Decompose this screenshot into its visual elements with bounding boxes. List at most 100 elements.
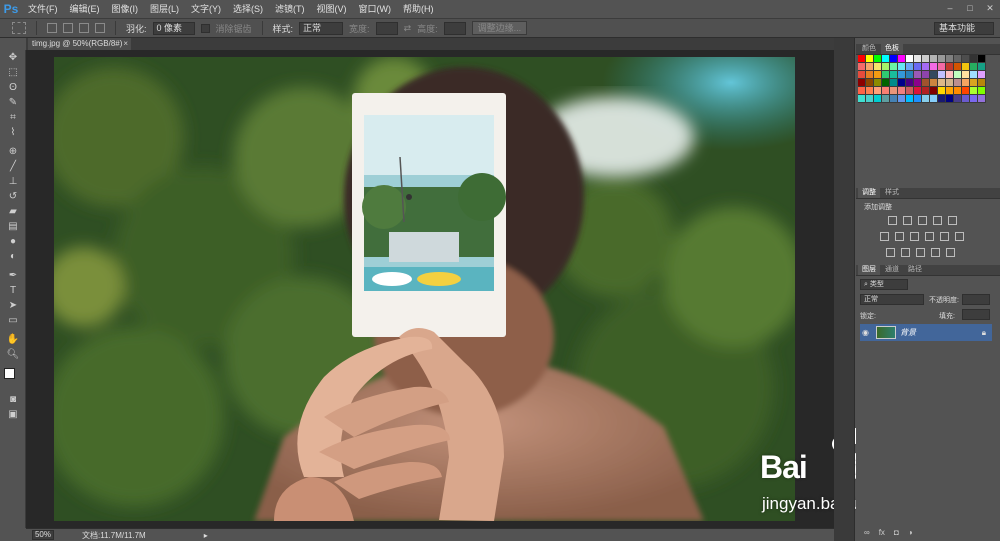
mixer-icon[interactable] [940, 232, 949, 241]
threshold-icon[interactable] [916, 248, 925, 257]
width-input[interactable] [375, 21, 398, 35]
kind-filter-select[interactable]: ⌕ 类型 [860, 279, 908, 290]
menu-window[interactable]: 窗口(W) [353, 0, 398, 18]
style-select[interactable]: 正常 [299, 21, 344, 35]
photo-filter-icon[interactable] [925, 232, 934, 241]
subtract-selection-icon[interactable] [79, 23, 89, 33]
screen-mode-icon[interactable]: ▣ [0, 407, 26, 422]
blend-mode-select[interactable]: 正常 [860, 294, 924, 305]
tab-color[interactable]: 颜色 [858, 44, 880, 54]
blur-icon[interactable]: ● [0, 234, 26, 249]
tab-styles[interactable]: 样式 [881, 188, 903, 198]
fx-icon[interactable]: fx [879, 528, 885, 537]
stamp-icon[interactable]: ⊥ [0, 174, 26, 189]
move-icon[interactable]: ✥ [0, 50, 26, 65]
type-icon[interactable]: T [0, 283, 26, 298]
menu-view[interactable]: 视图(V) [311, 0, 353, 18]
workspace-select[interactable]: 基本功能 [934, 22, 994, 35]
fill-input[interactable] [962, 309, 990, 320]
lasso-icon[interactable]: ʘ [0, 80, 26, 95]
bw-icon[interactable] [910, 232, 919, 241]
eyedropper-icon[interactable]: ⌇ [0, 125, 26, 140]
opacity-input[interactable] [962, 294, 990, 305]
hue-icon[interactable] [880, 232, 889, 241]
close-icon[interactable]: ✕ [984, 2, 996, 14]
document-tab[interactable]: timg.jpg @ 50%(RGB/8#) × [28, 38, 131, 50]
color-swatch[interactable] [0, 366, 26, 392]
document-image[interactable] [54, 57, 795, 521]
levels-icon[interactable] [903, 216, 912, 225]
lookup-icon[interactable] [955, 232, 964, 241]
selective-color-icon[interactable] [946, 248, 955, 257]
hand-icon[interactable]: ✋ [0, 332, 26, 347]
minimize-icon[interactable]: – [944, 2, 956, 14]
balance-icon[interactable] [895, 232, 904, 241]
layers-panel-tabs: 图层 通道 路径 [856, 265, 1000, 276]
crop-icon[interactable]: ⌗ [0, 110, 26, 125]
maximize-icon[interactable]: □ [964, 2, 976, 14]
zoom-icon[interactable]: 🔍︎ [0, 347, 26, 362]
posterize-icon[interactable] [901, 248, 910, 257]
gradient-icon[interactable]: ▤ [0, 219, 26, 234]
status-menu-icon[interactable]: ▸ [204, 531, 208, 540]
menu-edit[interactable]: 编辑(E) [64, 0, 106, 18]
healing-icon[interactable]: ⊕ [0, 144, 26, 159]
intersect-selection-icon[interactable] [95, 23, 105, 33]
menu-type[interactable]: 文字(Y) [185, 0, 227, 18]
antialias-label: 消除锯齿 [215, 23, 252, 34]
feather-input[interactable]: 0 像素 [152, 21, 195, 35]
menu-help[interactable]: 帮助(H) [397, 0, 440, 18]
height-input[interactable] [443, 21, 466, 35]
shape-icon[interactable]: ▭ [0, 313, 26, 328]
brightness-icon[interactable] [888, 216, 897, 225]
brush-icon[interactable]: ╱ [0, 159, 26, 174]
invert-icon[interactable] [886, 248, 895, 257]
menu-file[interactable]: 文件(F) [22, 0, 64, 18]
eye-icon[interactable]: ◉ [862, 328, 872, 337]
path-select-icon[interactable]: ➤ [0, 298, 26, 313]
quick-select-icon[interactable]: ✎ [0, 95, 26, 110]
tab-channels[interactable]: 通道 [881, 265, 903, 275]
dodge-icon[interactable]: ◐ [0, 249, 26, 264]
panel-column: 颜色 色板 调整 样式 添加调整 图层 通道 路径 ⌕ 类型 正常 不透明度: [856, 38, 1000, 541]
opacity-label: 不透明度: [929, 297, 959, 304]
menu-filter[interactable]: 滤镜(T) [269, 0, 311, 18]
zoom-level[interactable]: 50% [32, 530, 54, 540]
adjustment-layer-icon[interactable]: ◑ [908, 528, 913, 537]
photo-artwork [54, 57, 795, 521]
new-selection-icon[interactable] [47, 23, 57, 33]
tab-swatches[interactable]: 色板 [881, 44, 903, 54]
photoshop-logo: Ps [3, 2, 19, 16]
close-tab-icon[interactable]: × [123, 38, 128, 50]
menu-select[interactable]: 选择(S) [227, 0, 269, 18]
vibrance-icon[interactable] [948, 216, 957, 225]
style-label: 样式: [272, 23, 294, 34]
layer-row-background[interactable]: ◉ 背景 🔒︎ [860, 324, 992, 341]
swap-icon[interactable]: ⇄ [404, 23, 412, 34]
eraser-icon[interactable]: ▰ [0, 204, 26, 219]
status-bar: 50% 文档:11.7M/11.7M ▸ [26, 528, 834, 541]
quick-mask-icon[interactable]: ◙ [0, 392, 26, 407]
antialias-checkbox[interactable] [200, 23, 210, 33]
swatch-grid[interactable] [858, 55, 988, 103]
refine-edge-button[interactable]: 调整边缘... [471, 21, 528, 35]
adjust-title: 添加调整 [864, 204, 892, 211]
exposure-icon[interactable] [933, 216, 942, 225]
history-brush-icon[interactable]: ↺ [0, 189, 26, 204]
tab-paths[interactable]: 路径 [904, 265, 926, 275]
tab-adjustments[interactable]: 调整 [858, 188, 880, 198]
curves-icon[interactable] [918, 216, 927, 225]
menu-image[interactable]: 图像(I) [106, 0, 145, 18]
link-icon[interactable]: ∞ [864, 528, 870, 537]
marquee-preset-icon[interactable] [12, 22, 26, 34]
height-label: 高度: [417, 23, 438, 34]
pen-icon[interactable]: ✒ [0, 268, 26, 283]
marquee-icon[interactable]: ⬚ [0, 65, 26, 80]
add-selection-icon[interactable] [63, 23, 73, 33]
foreground-color[interactable] [4, 368, 15, 379]
mask-icon[interactable]: ◘ [894, 528, 899, 537]
menu-layer[interactable]: 图层(L) [144, 0, 185, 18]
tab-layers[interactable]: 图层 [858, 265, 880, 275]
adjust-row-3 [886, 248, 955, 257]
gradient-map-icon[interactable] [931, 248, 940, 257]
